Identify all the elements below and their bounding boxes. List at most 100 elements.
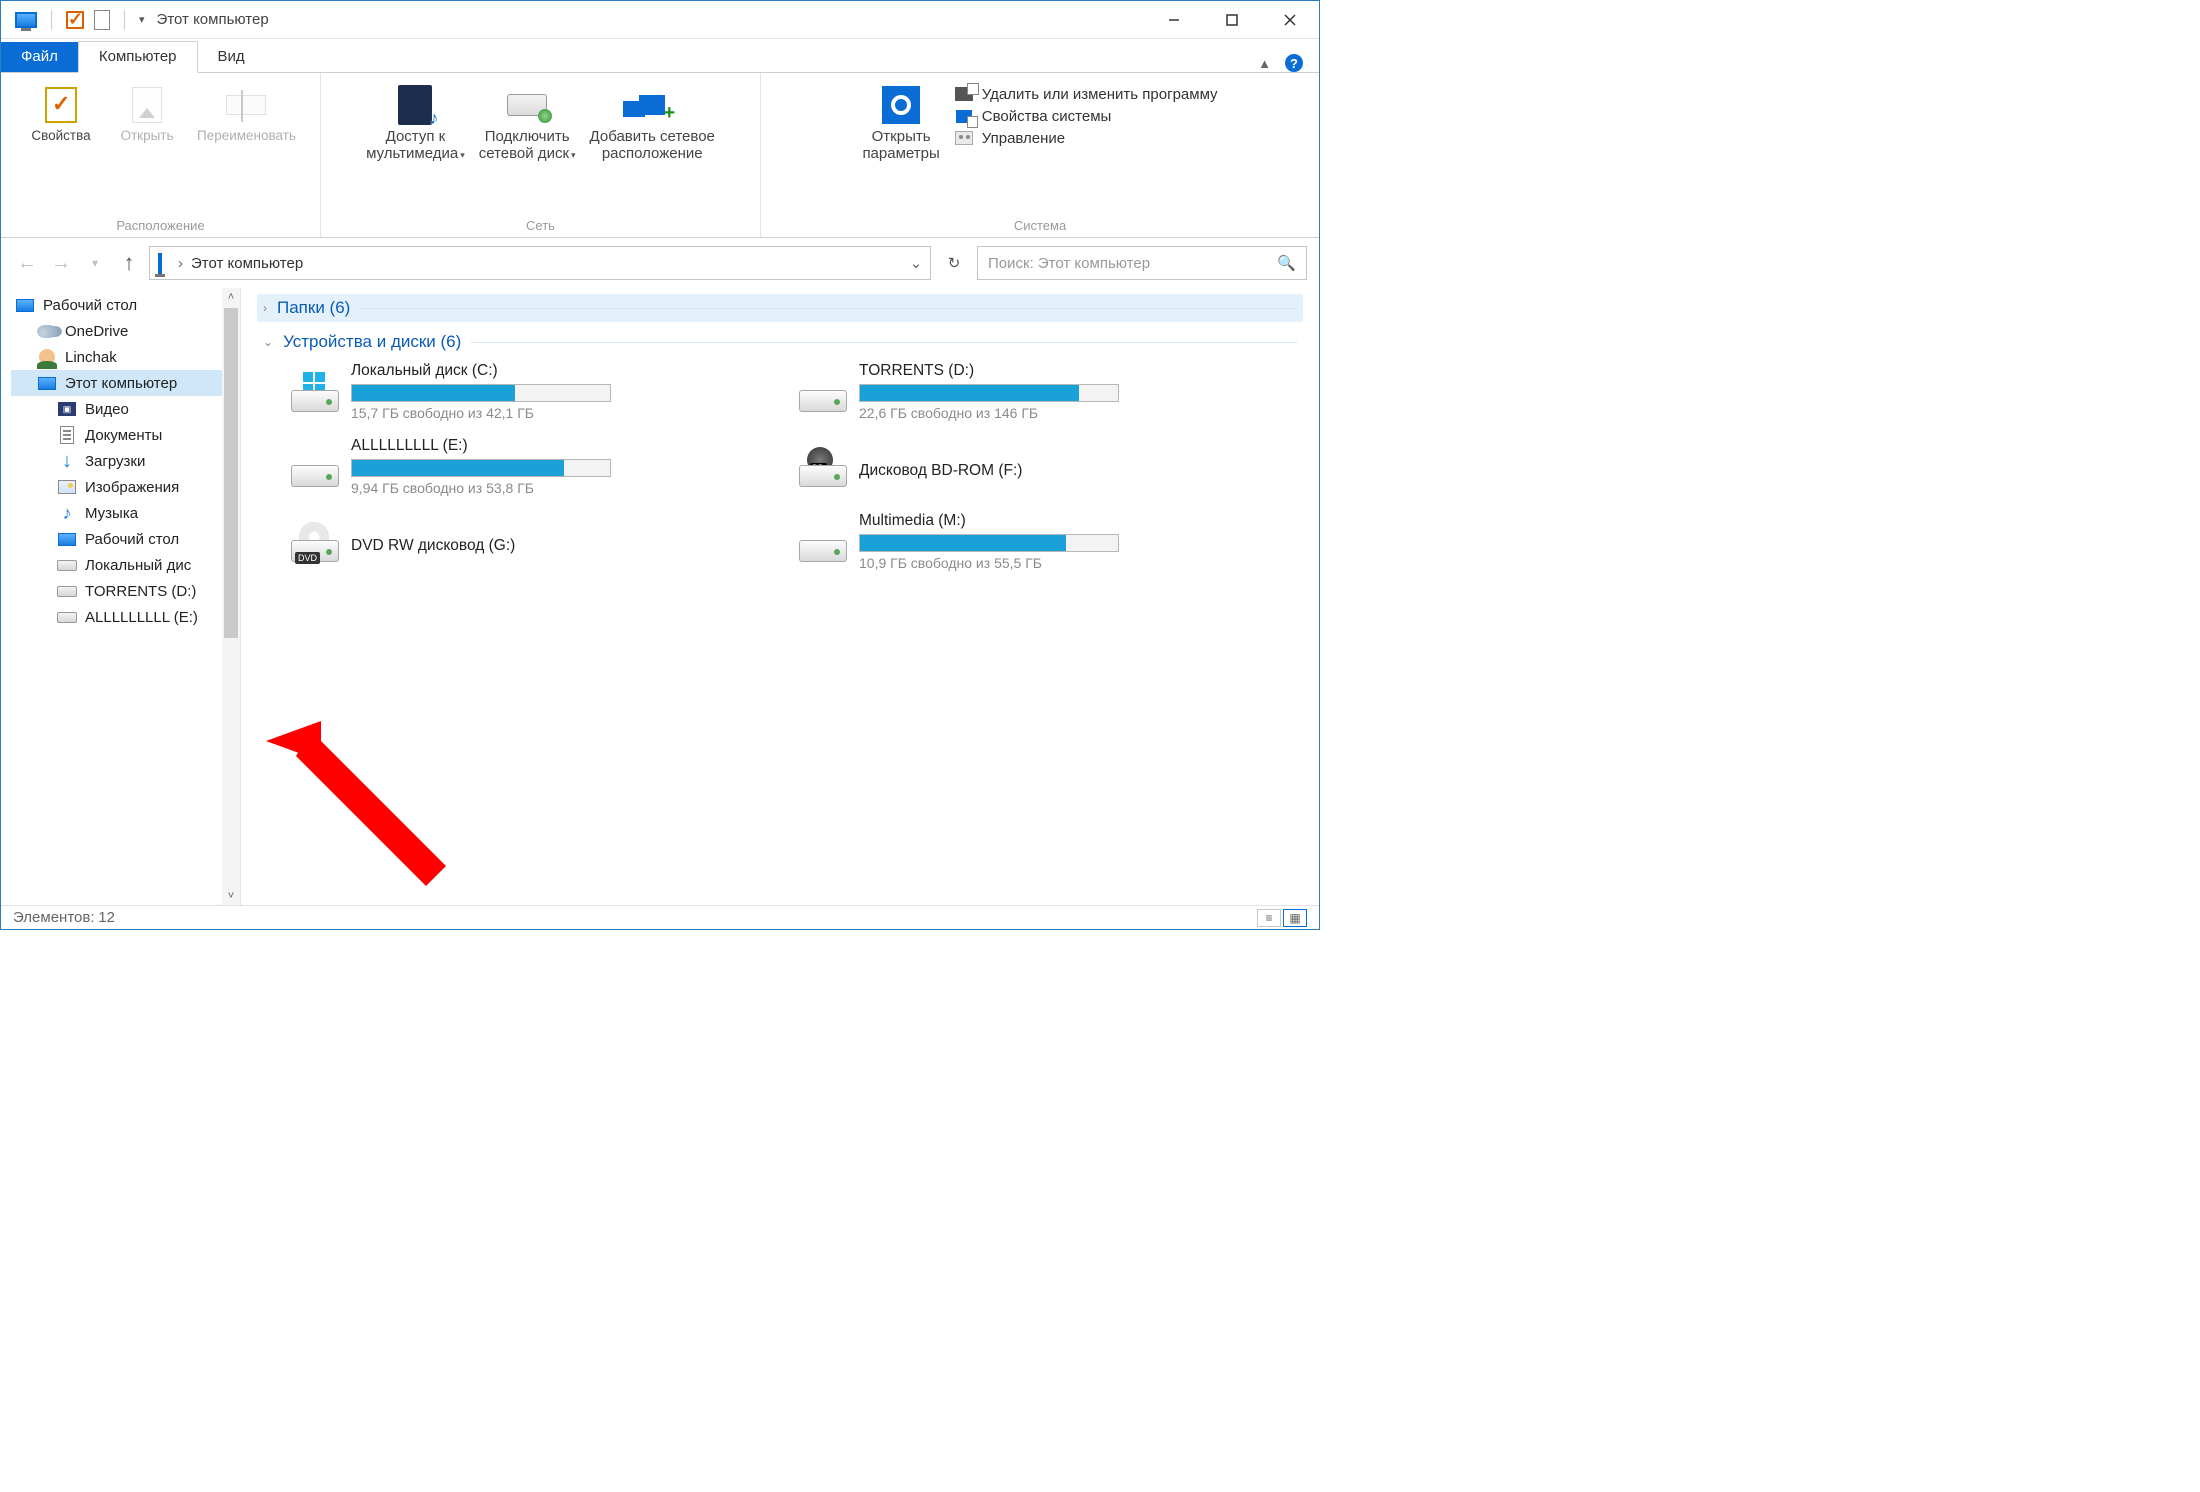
properties-button[interactable]: Свойства [25, 79, 97, 144]
nav-item-local-c[interactable]: Локальный дис [11, 552, 240, 578]
network-drive-icon [507, 94, 547, 116]
tab-view[interactable]: Вид [198, 42, 265, 72]
drive-icon [57, 586, 77, 597]
chevron-down-icon: ▾ [460, 150, 465, 160]
pc-icon [15, 12, 37, 28]
nav-item-music[interactable]: ♪Музыка [11, 500, 240, 526]
drive-icon [57, 560, 77, 571]
usage-bar [352, 460, 564, 476]
add-location-icon [639, 95, 665, 115]
drive-icon [291, 447, 339, 487]
chevron-right-icon[interactable]: › [170, 255, 191, 272]
open-settings-button[interactable]: Открытьпараметры [862, 79, 939, 163]
music-icon: ♪ [57, 504, 77, 522]
system-properties-button[interactable]: Свойства системы [954, 107, 1218, 125]
map-drive-button[interactable]: Подключитьсетевой диск▾ [479, 79, 576, 163]
document-icon [60, 426, 74, 444]
help-icon[interactable]: ? [1285, 54, 1303, 72]
properties-icon[interactable] [66, 11, 84, 29]
address-text: Этот компьютер [191, 255, 902, 272]
search-placeholder: Поиск: Этот компьютер [988, 255, 1150, 272]
body: Рабочий стол OneDrive Linchak Этот компь… [1, 288, 1319, 905]
back-button[interactable]: ← [13, 249, 41, 277]
explorer-window: ▾ Этот компьютер Файл Компьютер Вид ▲ ? … [0, 0, 1320, 930]
ribbon: Свойства Открыть Переименовать Расположе… [1, 73, 1319, 238]
qat-divider [124, 10, 125, 30]
maximize-button[interactable] [1203, 2, 1261, 38]
nav-item-user[interactable]: Linchak [11, 344, 240, 370]
forward-button[interactable]: → [47, 249, 75, 277]
add-network-location-button[interactable]: Добавить сетевоерасположение [590, 79, 715, 163]
minimize-button[interactable] [1145, 2, 1203, 38]
manage-icon [955, 131, 973, 145]
usage-bar [860, 535, 1066, 551]
search-icon: 🔍 [1277, 254, 1296, 272]
tab-computer[interactable]: Компьютер [78, 41, 198, 73]
drive-icon [799, 522, 847, 562]
scroll-up-icon[interactable]: ˄ [222, 288, 240, 306]
video-icon: ▣ [58, 402, 76, 416]
nav-item-all-e[interactable]: ALLLLLLLLL (E:) [11, 604, 240, 630]
sysprops-icon [956, 110, 972, 123]
media-access-button[interactable]: Доступ кмультимедиа▾ [366, 79, 465, 163]
open-button[interactable]: Открыть [111, 79, 183, 144]
pc-icon [150, 255, 170, 272]
drive-icon [291, 372, 339, 412]
rename-button[interactable]: Переименовать [197, 79, 296, 144]
address-bar[interactable]: › Этот компьютер ⌄ [149, 246, 931, 280]
bd-rom-icon [799, 447, 847, 487]
scroll-down-icon[interactable]: ˅ [222, 887, 240, 905]
picture-icon [58, 480, 76, 494]
nav-item-pictures[interactable]: Изображения [11, 474, 240, 500]
drive-e[interactable]: ALLLLLLLLL (E:) 9,94 ГБ свободно из 53,8… [287, 431, 765, 502]
history-dropdown[interactable]: ▾ [81, 249, 109, 277]
view-details-button[interactable]: ≡ [1257, 909, 1281, 927]
scroll-thumb[interactable] [224, 308, 238, 638]
search-box[interactable]: Поиск: Этот компьютер 🔍 [977, 246, 1307, 280]
drive-f[interactable]: Дисковод BD-ROM (F:) [795, 431, 1273, 502]
group-devices[interactable]: ⌄ Устройства и диски (6) [257, 328, 1303, 356]
usage-bar [860, 385, 1079, 401]
refresh-button[interactable]: ↻ [937, 246, 971, 280]
download-icon: ↓ [57, 452, 77, 470]
usage-bar [352, 385, 515, 401]
manage-button[interactable]: Управление [954, 129, 1218, 147]
nav-item-this-pc[interactable]: Этот компьютер [11, 370, 240, 396]
up-button[interactable]: ↑ [115, 249, 143, 277]
navigation-row: ← → ▾ ↑ › Этот компьютер ⌄ ↻ Поиск: Этот… [1, 238, 1319, 288]
drive-m[interactable]: Multimedia (M:) 10,9 ГБ свободно из 55,5… [795, 506, 1273, 577]
window-title: Этот компьютер [157, 11, 269, 28]
group-folders[interactable]: › Папки (6) [257, 294, 1303, 322]
window-controls [1145, 2, 1319, 38]
drive-d[interactable]: TORRENTS (D:) 22,6 ГБ свободно из 146 ГБ [795, 356, 1273, 427]
close-button[interactable] [1261, 2, 1319, 38]
qat-dropdown-icon[interactable]: ▾ [139, 13, 145, 26]
drive-icon [57, 612, 77, 623]
nav-item-onedrive[interactable]: OneDrive [11, 318, 240, 344]
new-doc-icon[interactable] [94, 10, 110, 30]
tab-file[interactable]: Файл [1, 42, 78, 72]
chevron-down-icon: ⌄ [263, 335, 273, 349]
onedrive-icon [37, 325, 57, 338]
nav-scrollbar[interactable]: ˄ ˅ [222, 288, 240, 905]
content-pane: › Папки (6) ⌄ Устройства и диски (6) Лок… [241, 288, 1319, 905]
nav-item-torrents-d[interactable]: TORRENTS (D:) [11, 578, 240, 604]
nav-item-desktop2[interactable]: Рабочий стол [11, 526, 240, 552]
drive-icon [799, 372, 847, 412]
nav-item-documents[interactable]: Документы [11, 422, 240, 448]
nav-item-downloads[interactable]: ↓Загрузки [11, 448, 240, 474]
group-label-system: Система [1014, 218, 1066, 233]
collapse-ribbon-icon[interactable]: ▲ [1258, 56, 1271, 71]
drive-c[interactable]: Локальный диск (C:) 15,7 ГБ свободно из … [287, 356, 765, 427]
uninstall-program-button[interactable]: Удалить или изменить программу [954, 85, 1218, 103]
nav-item-videos[interactable]: ▣Видео [11, 396, 240, 422]
rename-icon [226, 95, 266, 115]
chevron-down-icon: ▾ [571, 150, 576, 160]
qat-divider [51, 10, 52, 30]
nav-item-desktop[interactable]: Рабочий стол [11, 292, 240, 318]
address-dropdown-icon[interactable]: ⌄ [902, 254, 930, 272]
view-tiles-button[interactable]: ▦ [1283, 909, 1307, 927]
chevron-right-icon: › [263, 301, 267, 315]
status-items-count: 12 [98, 909, 115, 926]
drive-g[interactable]: DVD DVD RW дисковод (G:) [287, 506, 765, 577]
